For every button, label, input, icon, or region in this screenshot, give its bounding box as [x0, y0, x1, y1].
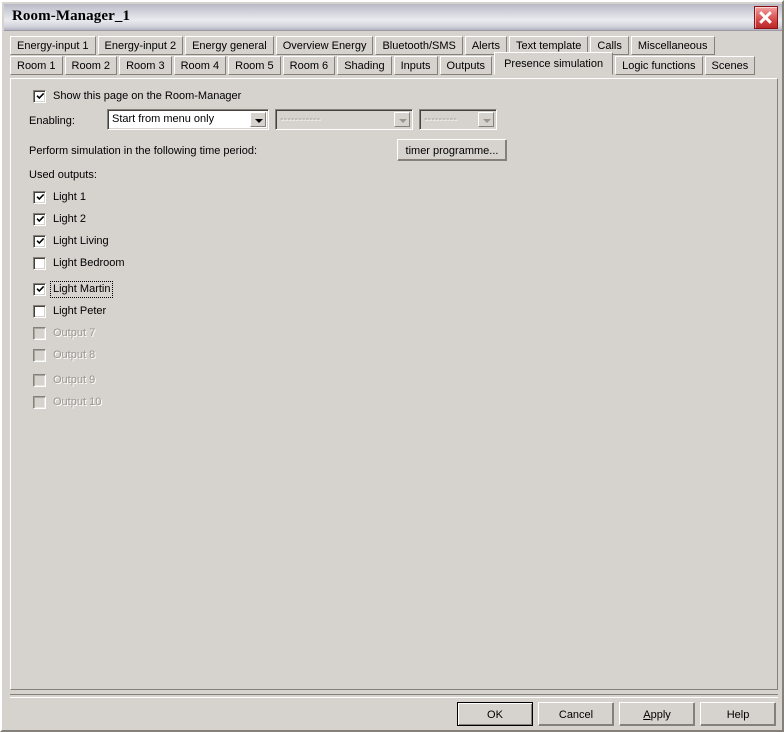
- enabling-combo-secondary-value: -----------: [280, 113, 321, 125]
- enabling-combo-tertiary[interactable]: ---------: [419, 109, 497, 130]
- cancel-button[interactable]: Cancel: [538, 702, 614, 726]
- output-label[interactable]: Light Living: [53, 235, 109, 248]
- enabling-label: Enabling:: [29, 115, 75, 127]
- tab-presence-simulation[interactable]: Presence simulation: [494, 52, 614, 75]
- output-label: Output 9: [53, 374, 96, 386]
- output-checkbox[interactable]: [33, 191, 46, 204]
- tab-label: Shading: [344, 60, 385, 72]
- output-checkbox[interactable]: [33, 213, 46, 226]
- tab-label: Room 2: [71, 60, 111, 72]
- tab-label: Bluetooth/SMS: [382, 40, 456, 52]
- output-checkbox[interactable]: [33, 235, 46, 248]
- ok-button-label: OK: [487, 709, 503, 721]
- output-checkbox[interactable]: [33, 305, 46, 318]
- tab-bluetooth-sms[interactable]: Bluetooth/SMS: [375, 36, 463, 55]
- tab-logic-functions[interactable]: Logic functions: [615, 56, 703, 75]
- tab-room-6[interactable]: Room 6: [282, 56, 336, 75]
- tab-label: Presence simulation: [504, 58, 604, 70]
- tab-room-4[interactable]: Room 4: [173, 56, 227, 75]
- tab-inputs[interactable]: Inputs: [393, 56, 438, 75]
- output-label[interactable]: Light Martin: [49, 281, 114, 298]
- output-checkbox: [33, 374, 46, 387]
- chevron-down-glyph-secondary: [399, 119, 407, 123]
- tab-overview-energy[interactable]: Overview Energy: [275, 36, 374, 55]
- chevron-down-icon[interactable]: [250, 112, 266, 127]
- tab-room-3[interactable]: Room 3: [119, 56, 172, 75]
- tab-label: Energy general: [192, 40, 267, 52]
- chevron-down-glyph: [255, 119, 263, 123]
- tab-label: Room 1: [17, 60, 56, 72]
- tab-page-presence-simulation: Show this page on the Room-Manager Enabl…: [10, 78, 778, 690]
- tab-row-lower: Room 1 Room 2 Room 3 Room 4 Room 5 Room 6 Shad…: [10, 52, 757, 76]
- tab-label: Alerts: [471, 40, 500, 52]
- tab-energy-input-2[interactable]: Energy-input 2: [97, 36, 184, 55]
- chevron-down-icon-tertiary[interactable]: [478, 112, 494, 127]
- used-outputs-label: Used outputs:: [29, 169, 97, 181]
- tab-label: Logic functions: [622, 60, 696, 72]
- tab-label: Scenes: [711, 60, 749, 72]
- dialog-window: Room-Manager_1 Energy-input 1 Energy-inpu…: [0, 0, 784, 732]
- footer-divider: [10, 694, 778, 698]
- help-button-label: Help: [726, 709, 750, 721]
- timer-programme-button-label: timer programme...: [405, 145, 499, 157]
- output-label: Output 8: [53, 349, 96, 361]
- tab-label: Energy-input 2: [104, 40, 177, 52]
- output-checkbox[interactable]: [33, 283, 46, 296]
- output-label[interactable]: Light Bedroom: [53, 257, 125, 270]
- enabling-combo[interactable]: Start from menu only: [107, 109, 269, 130]
- close-icon[interactable]: [754, 6, 778, 29]
- tab-label: Inputs: [400, 60, 431, 72]
- show-page-label: Show this page on the Room-Manager: [53, 90, 242, 102]
- ok-button[interactable]: OK: [457, 702, 533, 726]
- tab-label: Room 6: [289, 60, 329, 72]
- output-checkbox[interactable]: [33, 257, 46, 270]
- checkmark-icon: [36, 215, 45, 224]
- tab-label: Room 4: [180, 60, 220, 72]
- output-label: Output 7: [53, 327, 96, 339]
- checkmark-icon: [36, 237, 45, 246]
- tab-label: Overview Energy: [282, 40, 367, 52]
- output-checkbox: [33, 396, 46, 409]
- output-label[interactable]: Light 1: [53, 191, 86, 204]
- timer-programme-button[interactable]: timer programme...: [397, 139, 507, 161]
- window-title: Room-Manager_1: [12, 8, 131, 24]
- tab-miscellaneous[interactable]: Miscellaneous: [630, 36, 715, 55]
- tab-label: Text template: [515, 40, 582, 52]
- show-page-checkbox[interactable]: [33, 90, 46, 103]
- output-checkbox: [33, 327, 46, 340]
- enabling-combo-value: Start from menu only: [112, 113, 215, 125]
- output-checkbox: [33, 349, 46, 362]
- cancel-button-label: Cancel: [558, 709, 594, 721]
- output-label[interactable]: Light Peter: [53, 305, 106, 318]
- tab-label: Outputs: [446, 60, 486, 72]
- tab-room-2[interactable]: Room 2: [64, 56, 118, 75]
- checkmark-icon: [36, 285, 45, 294]
- title-bar: Room-Manager_1: [4, 4, 782, 31]
- enabling-combo-secondary[interactable]: -----------: [275, 109, 413, 130]
- tab-label: Room 5: [235, 60, 274, 72]
- tab-label: Calls: [597, 40, 622, 52]
- enabling-combo-tertiary-value: ---------: [424, 113, 457, 125]
- tab-shading[interactable]: Shading: [337, 56, 392, 75]
- checkmark-icon: [36, 92, 45, 101]
- apply-button-label: Apply: [643, 709, 671, 721]
- tab-outputs[interactable]: Outputs: [439, 56, 493, 75]
- chevron-down-glyph-tertiary: [483, 119, 491, 123]
- output-label: Output 10: [53, 396, 102, 408]
- tab-energy-input-1[interactable]: Energy-input 1: [10, 36, 96, 55]
- tab-label: Room 3: [126, 60, 165, 72]
- apply-button[interactable]: Apply: [619, 702, 695, 726]
- tab-label: Miscellaneous: [637, 40, 708, 52]
- tab-label: Energy-input 1: [17, 40, 89, 52]
- tab-scenes[interactable]: Scenes: [704, 56, 756, 75]
- chevron-down-icon-secondary[interactable]: [394, 112, 410, 127]
- tab-energy-general[interactable]: Energy general: [185, 36, 274, 55]
- output-label[interactable]: Light 2: [53, 213, 86, 226]
- help-button[interactable]: Help: [700, 702, 776, 726]
- checkmark-icon: [36, 193, 45, 202]
- tab-room-1[interactable]: Room 1: [10, 56, 63, 75]
- tab-strip: Energy-input 1 Energy-input 2 Energy gener…: [10, 34, 778, 78]
- time-period-label: Perform simulation in the following time…: [29, 145, 258, 157]
- tab-room-5[interactable]: Room 5: [228, 56, 281, 75]
